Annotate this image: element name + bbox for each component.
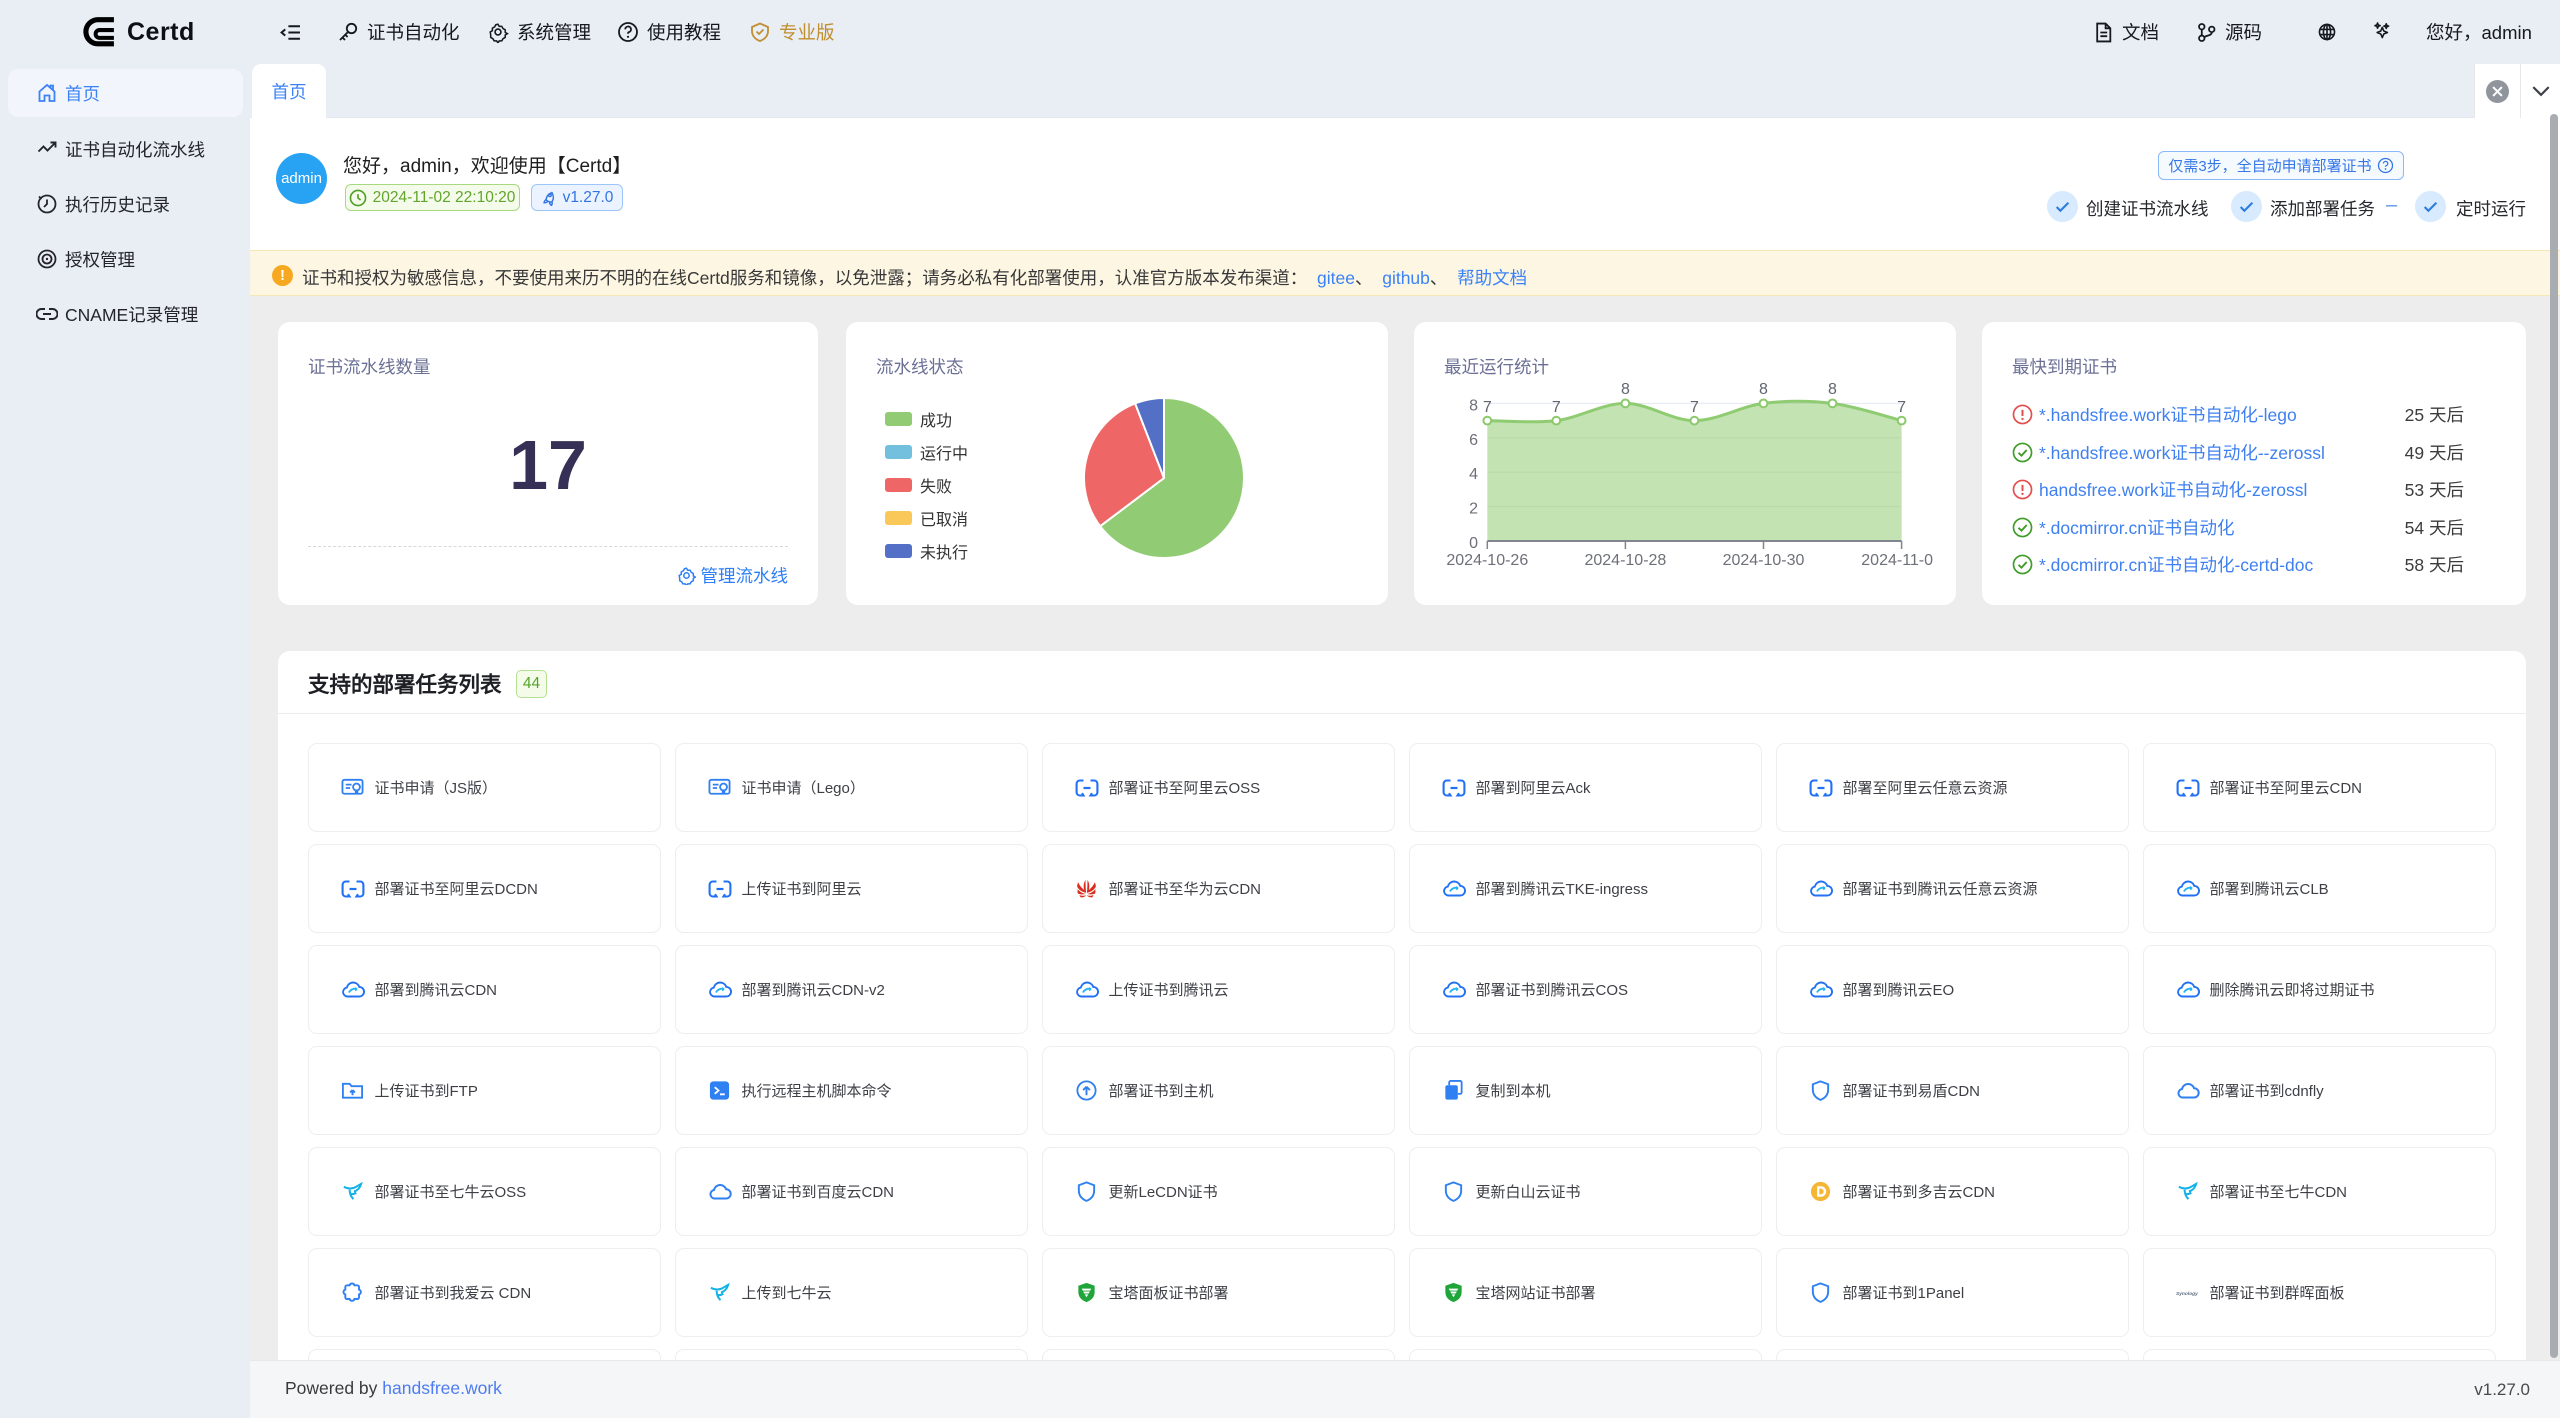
svg-text:8: 8 — [1621, 381, 1630, 398]
svg-text:Synology: Synology — [2176, 1291, 2198, 1297]
svg-text:运行中: 运行中 — [920, 445, 968, 463]
svg-text:6: 6 — [1469, 432, 1478, 449]
svg-text:2024-10-30: 2024-10-30 — [1723, 552, 1805, 569]
svg-text:2024-10-28: 2024-10-28 — [1584, 552, 1666, 569]
svg-text:8: 8 — [1759, 381, 1768, 398]
svg-text:未执行: 未执行 — [920, 544, 968, 562]
svg-text:4: 4 — [1469, 466, 1478, 483]
svg-text:成功: 成功 — [920, 412, 952, 430]
svg-text:7: 7 — [1552, 399, 1561, 416]
svg-text:8: 8 — [1828, 381, 1837, 398]
svg-text:7: 7 — [1483, 399, 1492, 416]
svg-text:2024-11-01: 2024-11-01 — [1861, 552, 1942, 569]
svg-text:失败: 失败 — [920, 478, 952, 496]
svg-text:8: 8 — [1469, 397, 1478, 414]
svg-text:已取消: 已取消 — [920, 511, 968, 529]
svg-text:7: 7 — [1897, 399, 1906, 416]
svg-text:0: 0 — [1469, 535, 1478, 552]
svg-text:2024-10-26: 2024-10-26 — [1446, 552, 1528, 569]
svg-text:2: 2 — [1469, 501, 1478, 518]
svg-text:7: 7 — [1690, 399, 1699, 416]
